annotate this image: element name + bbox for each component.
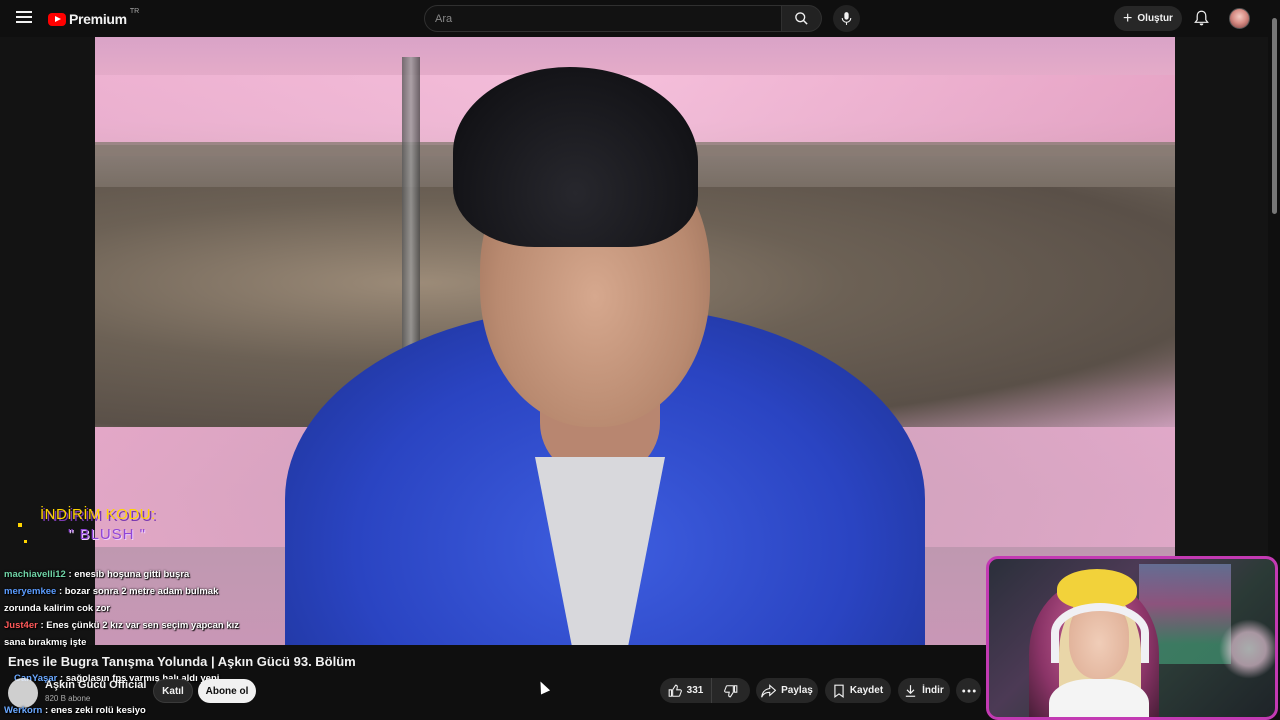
video-player[interactable] (95, 37, 1175, 645)
search-button[interactable] (782, 5, 822, 32)
logo-region: TR (129, 7, 140, 15)
plus-icon: + (1123, 9, 1133, 27)
headset (1051, 603, 1149, 663)
chat-message: meryemkee : bozar sonra 2 metre adam bul… (0, 583, 250, 617)
sparkle-icon (18, 523, 22, 527)
promo-line-1: İNDİRİM KODU: (40, 506, 156, 523)
chat-text: : Enes çünkü 2 kız var sen seçim yapcan … (4, 620, 239, 648)
youtube-play-icon (48, 12, 66, 26)
dislike-button[interactable] (712, 678, 750, 703)
sparkle-icon (24, 540, 27, 543)
promo-code-overlay: İNDİRİM KODU: " BLUSH " (40, 506, 170, 550)
share-icon (761, 683, 777, 697)
right-margin (1175, 37, 1268, 645)
chat-message: Just4er : Enes çünkü 2 kız var sen seçim… (0, 617, 250, 651)
voice-search-button[interactable] (833, 5, 860, 32)
download-label: İndir (922, 685, 944, 696)
bell-icon (1193, 10, 1209, 26)
search-box (424, 5, 782, 32)
channel-name[interactable]: Aşkın Gücü Official (45, 679, 146, 691)
chat-user: Just4er (4, 620, 38, 631)
scrollbar-thumb[interactable] (1272, 18, 1277, 214)
video-title: Enes ile Bugra Tanışma Yolunda | Aşkın G… (8, 654, 356, 669)
save-label: Kaydet (849, 685, 884, 696)
create-button[interactable]: + Oluştur (1114, 6, 1182, 31)
join-button[interactable]: Katıl (153, 679, 193, 703)
notifications-button[interactable] (1190, 7, 1212, 29)
webcam-overlay (986, 556, 1278, 720)
bookmark-icon (834, 684, 844, 698)
streamer-body (1049, 679, 1149, 717)
more-actions-button[interactable] (956, 678, 981, 703)
download-button[interactable]: İndir (898, 678, 950, 703)
youtube-premium-logo[interactable]: Premium TR (48, 7, 140, 28)
search-icon (795, 12, 808, 25)
logo-text: Premium (69, 11, 127, 27)
chat-text: : enes zeki rolü kesiyo (45, 705, 146, 716)
chat-overlay: machiavelli12 : enesib hoşuna gitti buşr… (0, 566, 250, 651)
webcam-light (1219, 619, 1275, 679)
menu-icon[interactable] (14, 8, 34, 28)
share-label: Paylaş (781, 685, 813, 696)
like-button[interactable]: 331 (660, 678, 712, 703)
chat-user: machiavelli12 (4, 569, 66, 580)
save-button[interactable]: Kaydet (825, 678, 891, 703)
top-bar: Premium TR + Oluştur (0, 0, 1280, 37)
chat-message: Werkorn : enes zeki rolü kesiyo (0, 702, 250, 719)
promo-line-2: " BLUSH " (68, 526, 147, 543)
microphone-icon (841, 12, 852, 25)
create-label: Oluştur (1137, 13, 1173, 24)
share-button[interactable]: Paylaş (756, 678, 818, 703)
chat-overlay-bottom: Werkorn : enes zeki rolü kesiyo (0, 702, 250, 719)
chat-user: meryemkee (4, 586, 57, 597)
chat-user: Werkorn (4, 705, 43, 716)
chat-text: : enesib hoşuna gitti buşra (68, 569, 190, 580)
chat-message: machiavelli12 : enesib hoşuna gitti buşr… (0, 566, 250, 583)
left-margin (0, 37, 95, 645)
like-dislike-group: 331 (660, 678, 750, 703)
thumbs-down-icon (724, 684, 738, 697)
thumbs-up-icon (668, 684, 682, 697)
search-input[interactable] (425, 6, 781, 31)
account-avatar[interactable] (1229, 8, 1250, 29)
subscribe-button[interactable]: Abone ol (198, 679, 256, 703)
download-icon (905, 684, 916, 697)
more-horizontal-icon (961, 689, 976, 692)
like-count: 331 (686, 685, 704, 696)
